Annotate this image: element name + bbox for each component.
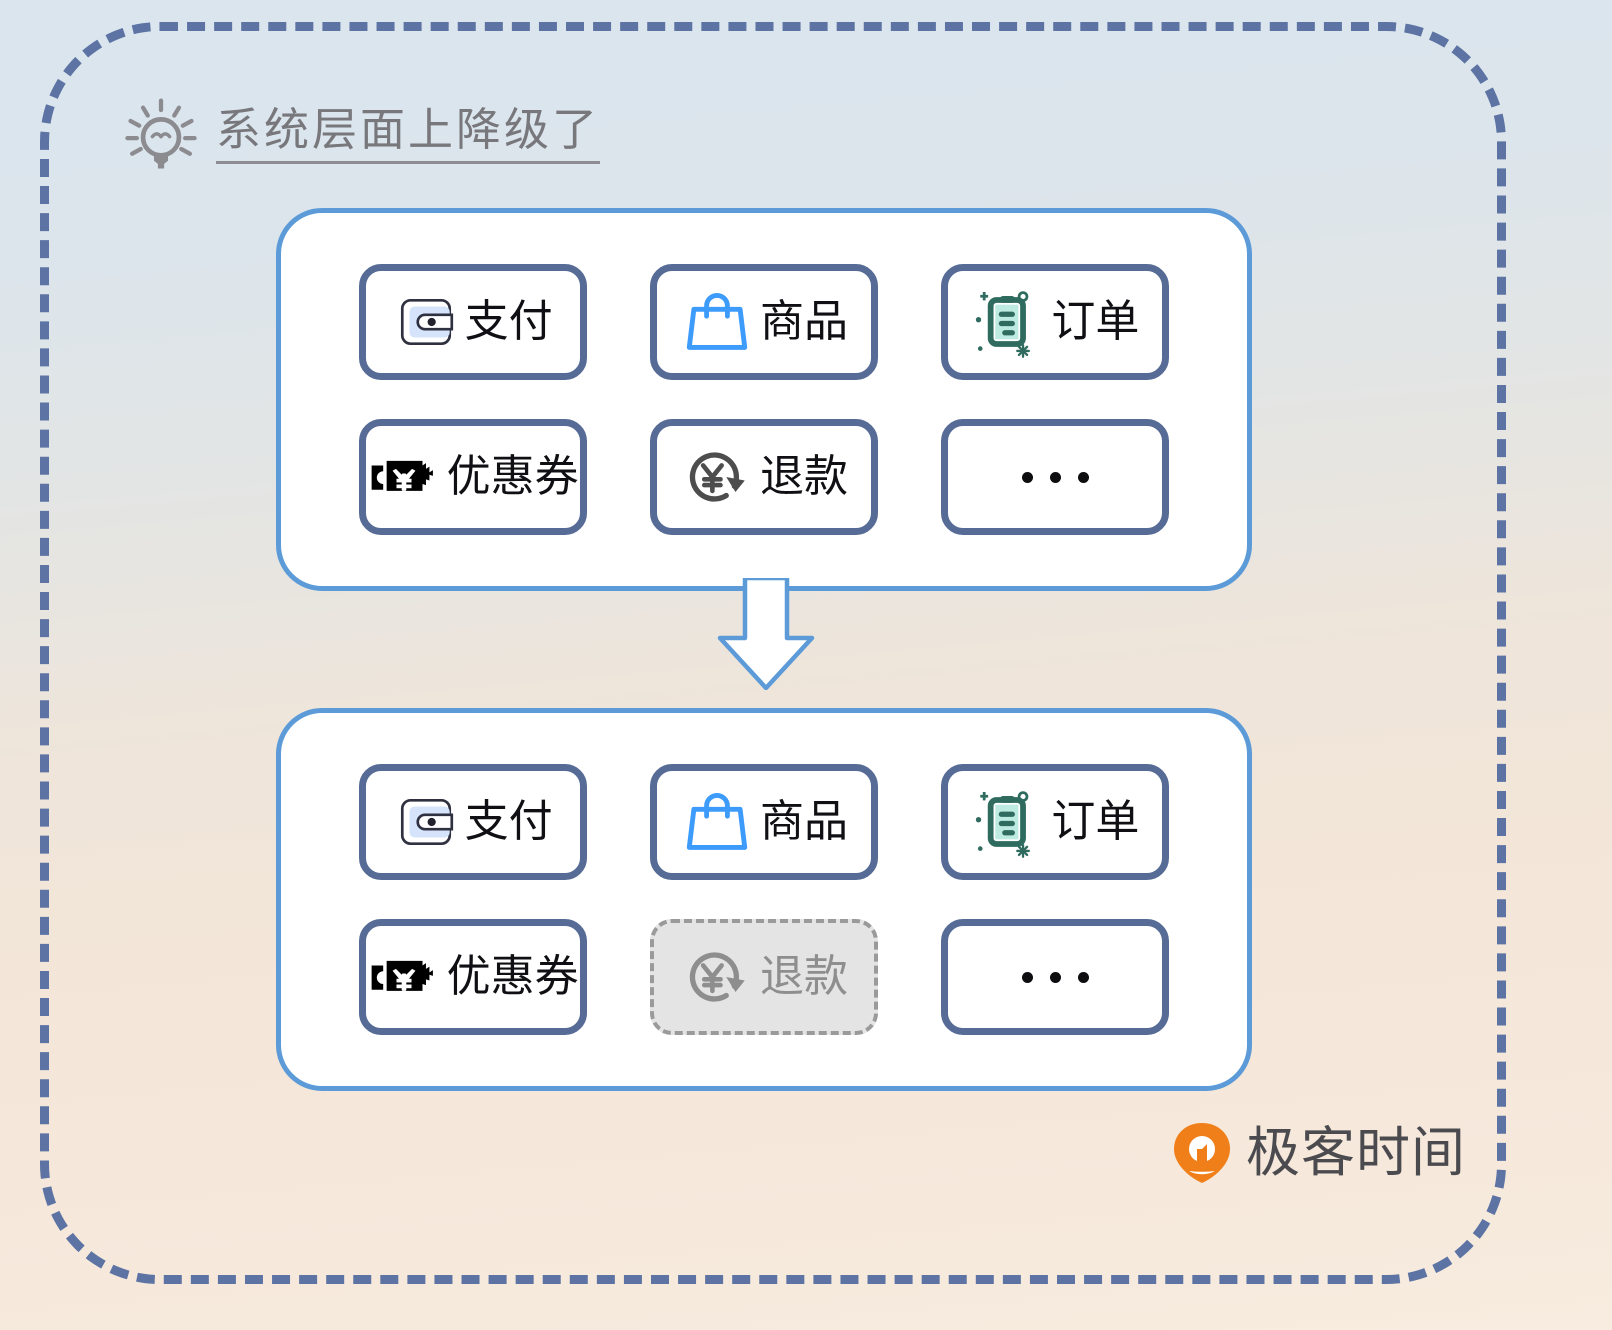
panel-before-degradation: 支付 商品 订单 优惠券 退款 [276,208,1252,591]
card-payment[interactable]: 支付 [358,763,587,880]
clipboard-order-icon [976,290,1031,358]
down-arrow-icon [717,578,815,690]
card-label: 支付 [464,796,553,846]
panel-after-degradation: 支付 商品 订单 优惠券 退款 [276,708,1252,1091]
ellipsis-icon [1021,471,1089,483]
header: 系统层面上降级了 [122,96,601,174]
card-label: 优惠券 [446,952,579,1002]
card-coupon[interactable]: 优惠券 [358,919,587,1036]
refund-circular-arrow-icon [689,452,745,502]
card-coupon[interactable]: 优惠券 [358,419,587,536]
coupon-ticket-icon [371,961,433,992]
card-order[interactable]: 订单 [941,263,1170,380]
lightbulb-icon [125,98,197,169]
card-label: 订单 [1051,296,1140,346]
card-product[interactable]: 商品 [649,763,878,880]
refund-circular-arrow-icon [689,952,745,1002]
card-label: 商品 [759,296,848,346]
shopping-bag-icon [686,292,748,350]
card-refund[interactable]: 退款 [649,419,878,536]
page-title: 系统层面上降级了 [216,106,601,164]
card-refund-disabled: 退款 [649,919,878,1036]
card-grid-before: 支付 商品 订单 优惠券 退款 [281,213,1247,586]
card-label: 支付 [464,296,553,346]
brand: 极客时间 [1172,1122,1466,1184]
shopping-bag-icon [686,792,748,850]
card-payment[interactable]: 支付 [358,263,587,380]
card-order[interactable]: 订单 [941,763,1170,880]
brand-name: 极客时间 [1246,1123,1466,1183]
card-label: 订单 [1051,796,1140,846]
clipboard-order-icon [976,790,1031,858]
card-label: 退款 [759,452,848,502]
wallet-icon [400,298,453,345]
card-grid-after: 支付 商品 订单 优惠券 退款 [281,713,1247,1086]
card-label: 优惠券 [446,452,579,502]
card-label: 商品 [759,796,848,846]
ellipsis-icon [1021,971,1089,983]
card-more[interactable] [941,419,1170,536]
card-more[interactable] [941,919,1170,1036]
card-label: 退款 [759,952,848,1002]
card-product[interactable]: 商品 [649,263,878,380]
wallet-icon [400,798,453,845]
geektime-logo-icon [1174,1123,1230,1183]
diagram-canvas: 系统层面上降级了 支付 商品 订单 优惠券 退款 支付 商品 订单 优惠券 退款… [0,0,1612,1330]
coupon-ticket-icon [371,461,433,492]
